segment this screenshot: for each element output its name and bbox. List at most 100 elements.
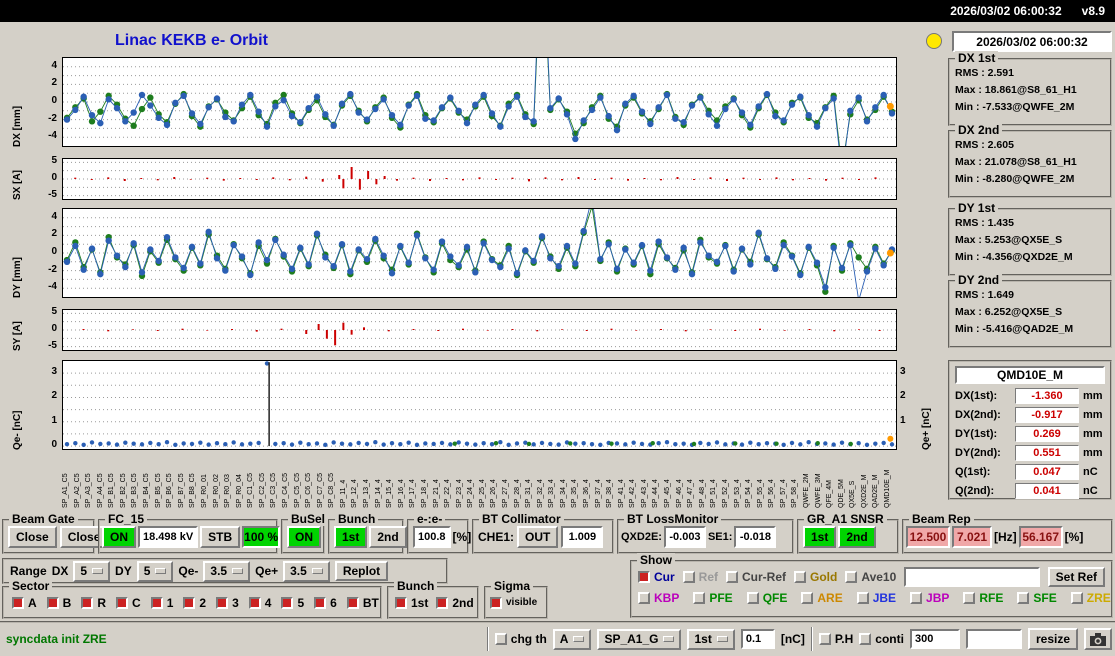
xaxis-label: QWFE_2M bbox=[803, 473, 810, 508]
resize-button[interactable]: resize bbox=[1027, 628, 1078, 650]
min-line: Min : -4.356@QXD2E_M bbox=[955, 251, 1073, 263]
sigma-visible-checkbox[interactable]: visible bbox=[490, 596, 537, 609]
busel-on-button[interactable]: ON bbox=[287, 525, 321, 548]
che1-out-button[interactable]: OUT bbox=[517, 525, 559, 548]
set-ref-button[interactable]: Set Ref bbox=[1047, 567, 1105, 587]
show-rfe-checkbox[interactable]: RFE bbox=[963, 591, 1003, 605]
bunch-2nd-button[interactable]: 2nd bbox=[369, 525, 407, 548]
dropdown-indicator-icon bbox=[92, 568, 104, 574]
ph-checkbox[interactable]: P.H bbox=[818, 632, 853, 646]
bunch-1st-button[interactable]: 1st bbox=[334, 525, 368, 548]
monitor-row: DX(2nd): -0.917 mm bbox=[950, 405, 1110, 424]
range-qem-dropdown[interactable]: 3.5 bbox=[203, 560, 251, 582]
dx-2nd-stats-box: DX 2nd RMS : 2.605 Max : 21.078@S8_61_H1… bbox=[948, 123, 1112, 198]
bunch-2nd-checkbox[interactable]: 2nd bbox=[436, 596, 474, 610]
monitor-row-value: -1.360 bbox=[1015, 387, 1079, 404]
show-ref-checkbox[interactable]: Ref bbox=[682, 570, 718, 584]
show-group: Show Cur Ref Cur-Ref Gold Ave10 Set Ref … bbox=[630, 553, 1113, 618]
show-qfe-checkbox[interactable]: QFE bbox=[746, 591, 788, 605]
monitor-row-label: Q(1st): bbox=[955, 465, 991, 478]
xaxis-label: SP_A2_C5 bbox=[73, 473, 81, 508]
conti-checkbox[interactable]: conti bbox=[859, 632, 904, 646]
aux-input[interactable] bbox=[965, 629, 1022, 649]
status-message: syncdata init ZRE bbox=[6, 632, 107, 646]
dropdown-value: 5 bbox=[80, 564, 88, 578]
status-bar: syncdata init ZRE chg th A SP_A1_G 1st [… bbox=[0, 621, 1115, 656]
show-sfe-checkbox[interactable]: SFE bbox=[1017, 591, 1057, 605]
beam-gate-close-button-1[interactable]: Close bbox=[8, 525, 57, 548]
y-tick-label: 2 bbox=[51, 77, 57, 89]
sector-checkbox-5[interactable]: 5 bbox=[281, 596, 304, 610]
y-tick-label: 0 bbox=[51, 323, 57, 334]
chg-th-checkbox[interactable]: chg th bbox=[494, 632, 547, 646]
separator bbox=[486, 627, 489, 651]
threshold-input[interactable] bbox=[740, 629, 775, 649]
fc15-stb-button[interactable]: STB bbox=[200, 525, 241, 548]
sector-checkbox-r[interactable]: R bbox=[81, 596, 106, 610]
show-pfe-checkbox[interactable]: PFE bbox=[693, 591, 733, 605]
show-kbp-checkbox[interactable]: KBP bbox=[638, 591, 679, 605]
count-input[interactable] bbox=[909, 629, 960, 649]
checkbox-label: 1 bbox=[166, 595, 174, 610]
qxd2e-readout: -0.003 bbox=[663, 525, 706, 548]
checkbox-indicator bbox=[794, 571, 807, 583]
checkbox-label: PFE bbox=[709, 591, 733, 605]
range-dx-dropdown[interactable]: 5 bbox=[73, 560, 111, 582]
xaxis-label: SP_A1_C5 bbox=[62, 473, 69, 508]
sector-checkbox-c[interactable]: C bbox=[116, 596, 141, 610]
sector-checkbox-bt[interactable]: BT bbox=[346, 596, 379, 610]
sy-axis-label: SY [A] bbox=[12, 321, 23, 351]
range-dy-dropdown[interactable]: 5 bbox=[136, 560, 174, 582]
data-timestamp: 2026/03/02 06:00:32 bbox=[952, 31, 1112, 52]
sector-checkbox-b[interactable]: B bbox=[46, 596, 71, 610]
mode-dropdown[interactable]: A bbox=[552, 628, 592, 650]
y-tick-label: 4 bbox=[51, 210, 57, 222]
show-jbe-checkbox[interactable]: JBE bbox=[856, 591, 896, 605]
show-ave10-checkbox[interactable]: Ave10 bbox=[845, 570, 896, 584]
checkbox-indicator bbox=[801, 592, 814, 604]
ref-file-input[interactable] bbox=[904, 567, 1040, 587]
bt-lossmonitor-group: BT LossMonitor QXD2E: -0.003 SE1: -0.018 bbox=[617, 512, 794, 554]
checkbox-label: 1st bbox=[411, 595, 429, 610]
xaxis-label: SP_56_4 bbox=[768, 479, 776, 508]
show-gold-checkbox[interactable]: Gold bbox=[794, 570, 837, 584]
xaxis-label: SP_37_4 bbox=[594, 479, 602, 508]
y-tick-label: -4 bbox=[48, 281, 57, 293]
fc15-on-button[interactable]: ON bbox=[102, 525, 136, 548]
gr-a1-1st-button[interactable]: 1st bbox=[803, 525, 837, 548]
show-zre-checkbox[interactable]: ZRE bbox=[1070, 591, 1111, 605]
sector-checkbox-1[interactable]: 1 bbox=[150, 595, 174, 610]
xaxis-label: SP_C6_C5 bbox=[305, 472, 313, 508]
min-line: Min : -5.416@QAD2E_M bbox=[955, 323, 1074, 335]
bunch-select-group: Bunch 1st 2nd bbox=[328, 512, 407, 554]
dropdown-indicator-icon bbox=[573, 636, 585, 642]
gr-a1-2nd-button[interactable]: 2nd bbox=[838, 525, 876, 548]
screenshot-button[interactable] bbox=[1084, 628, 1112, 650]
checkbox-indicator bbox=[1017, 592, 1030, 604]
sector-checkbox-4[interactable]: 4 bbox=[248, 596, 271, 610]
show-cur-checkbox[interactable]: Cur bbox=[638, 570, 675, 584]
range-qep-dropdown[interactable]: 3.5 bbox=[283, 560, 330, 582]
sector-checkbox-6[interactable]: 6 bbox=[314, 596, 337, 610]
checkbox-indicator bbox=[46, 596, 59, 609]
sector-checkbox-2[interactable]: 2 bbox=[183, 596, 206, 610]
group-dropdown[interactable]: SP_A1_G bbox=[597, 628, 682, 650]
sector-checkbox-a[interactable]: A bbox=[12, 596, 37, 610]
qe-plus-axis-label: Qe+ [nC] bbox=[921, 408, 932, 450]
show-jbp-checkbox[interactable]: JBP bbox=[910, 591, 949, 605]
xaxis-label: SP_B5_C5 bbox=[154, 473, 162, 508]
group-label: Beam Gate bbox=[9, 512, 78, 526]
xaxis-label: SP_C5_C5 bbox=[293, 472, 301, 508]
sector-checkbox-3[interactable]: 3 bbox=[216, 596, 239, 610]
monitor-row-unit: mm bbox=[1083, 446, 1103, 459]
replot-button[interactable]: Replot bbox=[334, 561, 389, 581]
bunch-1st-checkbox[interactable]: 1st bbox=[395, 596, 428, 610]
ee-ratio-group: e-:e- 100.8 [%] bbox=[407, 512, 471, 554]
xaxis-label: SP_13_4 bbox=[363, 479, 371, 508]
show-cur-ref-checkbox[interactable]: Cur-Ref bbox=[726, 570, 786, 584]
checkbox-label: 2 bbox=[199, 595, 207, 610]
dropdown-value: A bbox=[559, 632, 569, 646]
show-are-checkbox[interactable]: ARE bbox=[801, 591, 843, 605]
checkbox-label: QFE bbox=[762, 591, 788, 605]
bunch-dropdown[interactable]: 1st bbox=[687, 628, 735, 650]
